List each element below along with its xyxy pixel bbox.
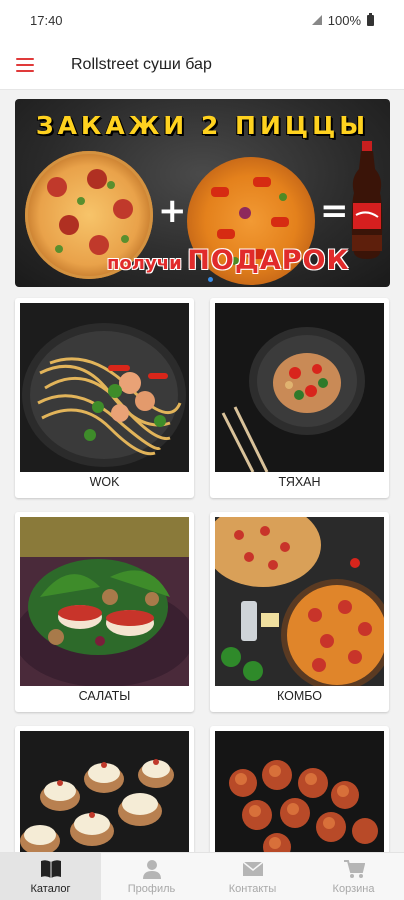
salads-image (20, 517, 189, 686)
banner-gift-big: ПОДАРОК (187, 245, 350, 276)
status-time: 17:40 (30, 12, 63, 28)
signal-icon (311, 15, 322, 25)
hot-rolls-image (215, 731, 384, 852)
envelope-icon (242, 860, 263, 876)
category-card-rolls-hot[interactable] (210, 726, 389, 852)
status-bar: 17:40 100% (0, 0, 404, 40)
app-title: Rollstreet суши бар (71, 55, 212, 73)
bottom-navigation: Каталог Профиль Контакты Корзина (0, 852, 404, 900)
category-card-salads[interactable]: САЛАТЫ (15, 512, 194, 712)
nav-label: Каталог (30, 882, 71, 895)
catalog-content[interactable]: ЗАКАЖИ 2 ПИЦЦЫ + = получи ПОДАРОК WOK ТЯ… (0, 92, 404, 852)
banner-title: ЗАКАЖИ 2 ПИЦЦЫ (35, 111, 370, 140)
nav-label: Профиль (127, 882, 176, 895)
cart-icon (343, 859, 365, 878)
book-icon (40, 859, 61, 878)
status-indicators: 100% (311, 12, 374, 28)
tyahan-image (215, 303, 384, 472)
banner-gift-text: получи ПОДАРОК (107, 245, 350, 276)
user-icon (142, 859, 161, 879)
category-card-tyahan[interactable]: ТЯХАН (210, 298, 389, 498)
nav-item-cart[interactable]: Корзина (303, 853, 404, 900)
nav-label: Корзина (332, 882, 375, 895)
plus-sign: + (158, 191, 187, 231)
battery-icon (367, 12, 374, 26)
nav-item-profile[interactable]: Профиль (101, 853, 202, 900)
category-label: САЛАТЫ (78, 689, 131, 703)
hamburger-menu-icon[interactable] (16, 51, 44, 79)
wok-image (20, 303, 189, 472)
category-card-combo[interactable]: КОМБО (210, 512, 389, 712)
category-card-rolls-baked[interactable] (15, 726, 194, 852)
carousel-indicator (208, 277, 213, 282)
banner-gift-small: получи (107, 253, 182, 274)
baked-rolls-image (20, 731, 189, 852)
nav-item-contacts[interactable]: Контакты (202, 853, 303, 900)
battery-percent: 100% (327, 12, 361, 28)
promo-banner[interactable]: ЗАКАЖИ 2 ПИЦЦЫ + = получи ПОДАРОК (15, 99, 390, 287)
combo-image (215, 517, 384, 686)
category-label: КОМБО (276, 689, 323, 703)
app-bar: Rollstreet суши бар (0, 40, 404, 90)
category-label: WOK (89, 475, 120, 489)
cola-bottle-image (351, 141, 383, 259)
category-label: ТЯХАН (278, 475, 321, 489)
equals-sign: = (320, 191, 349, 231)
nav-item-catalog[interactable]: Каталог (0, 853, 101, 900)
category-card-wok[interactable]: WOK (15, 298, 194, 498)
nav-label: Контакты (228, 882, 277, 895)
